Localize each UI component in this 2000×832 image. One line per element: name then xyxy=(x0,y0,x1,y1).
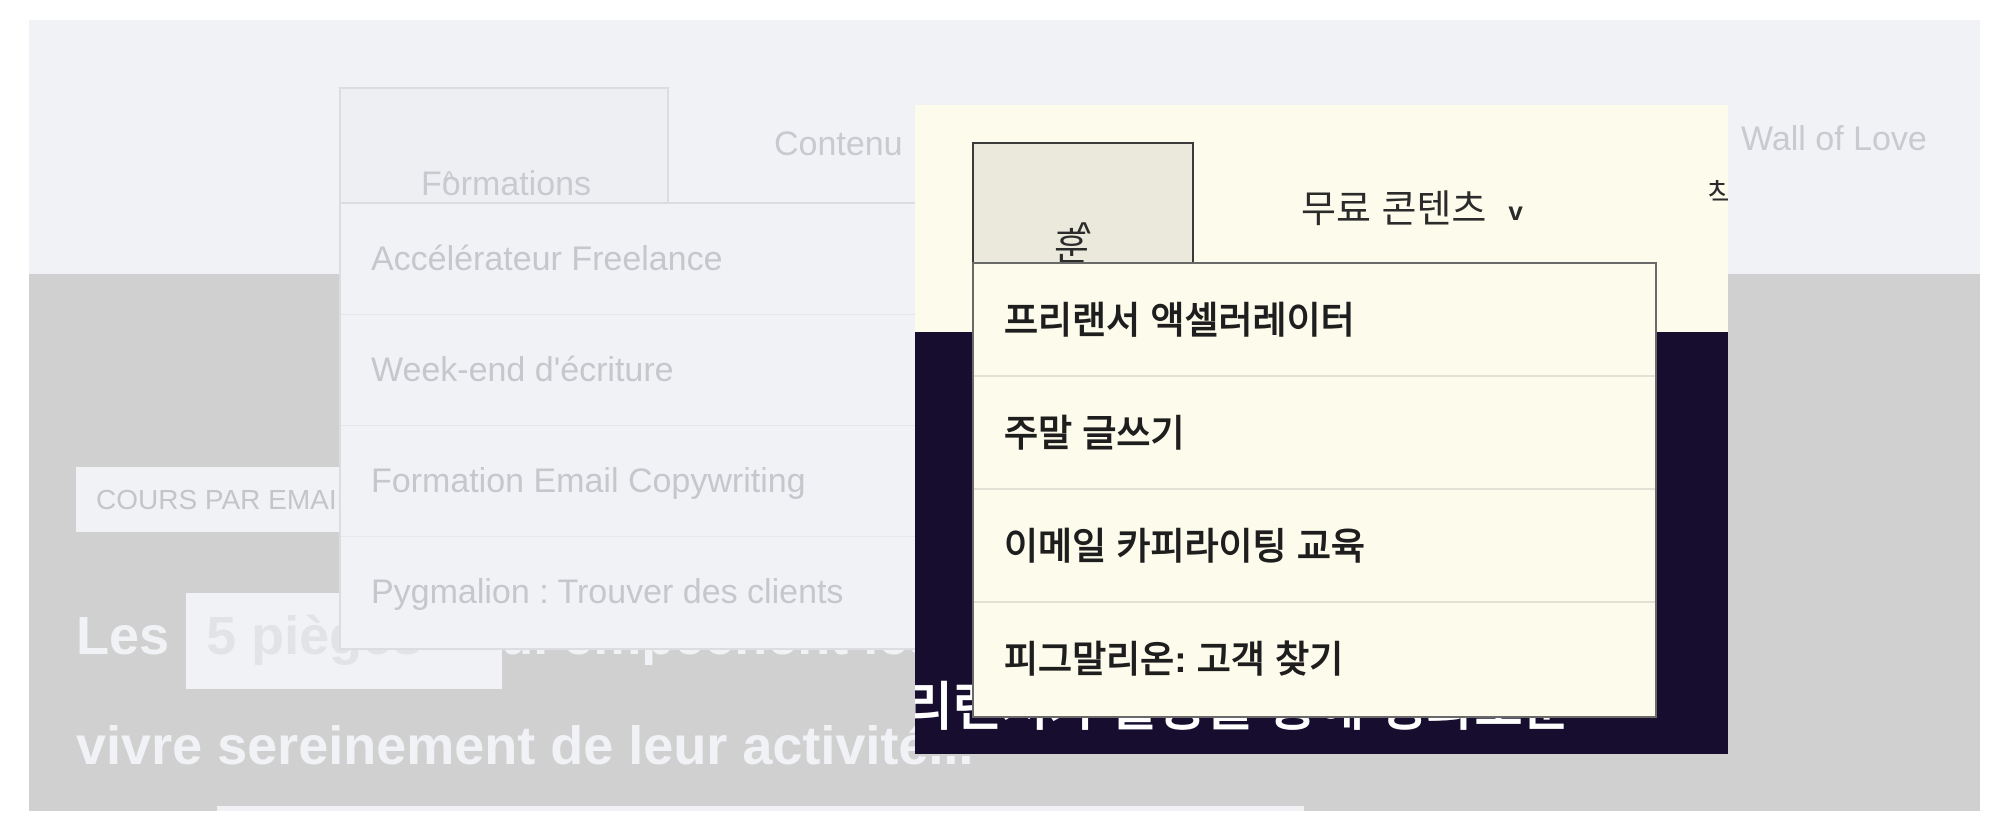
menu-item[interactable]: Pygmalion : Trouver des clients xyxy=(341,537,937,648)
menu-item[interactable]: Week-end d'écriture xyxy=(341,315,937,426)
menu-item[interactable]: Formation Email Copywriting xyxy=(341,426,937,537)
formations-dropdown: Accélérateur Freelance Week-end d'écritu… xyxy=(339,202,939,650)
chevron-up-icon: ^ xyxy=(1076,216,1092,246)
nav-formations[interactable]: Formations ^ xyxy=(339,87,669,203)
category-badge: COURS PAR EMAIL xyxy=(76,467,376,532)
nav-contenus[interactable]: Contenu xyxy=(774,125,903,164)
headline-line-2: vivre sereinement de leur activité... xyxy=(76,716,974,776)
menu-item[interactable]: Accélérateur Freelance xyxy=(341,204,937,315)
nav-training[interactable]: 훈련^ xyxy=(972,142,1194,324)
nav-partial-item[interactable]: 칙 xyxy=(1707,170,1728,214)
content-card-edge xyxy=(217,806,1304,811)
menu-item[interactable]: 주말 글쓰기 xyxy=(974,377,1655,490)
chevron-down-icon: v xyxy=(1508,196,1523,227)
headline-prefix: Les xyxy=(76,606,170,666)
chevron-up-icon: ^ xyxy=(443,165,456,195)
nav-free-content[interactable]: 무료 콘텐츠 v xyxy=(1301,178,1523,233)
korean-translation-overlay: 리랜서가 활동을 통해 평화로운 훈련^ 무료 콘텐츠v 칙 프리랜서 액셀러레… xyxy=(915,105,1728,754)
nav-free-content-label: 무료 콘텐츠 xyxy=(1301,189,1487,231)
menu-item[interactable]: 프리랜서 액셀러레이터 xyxy=(974,264,1655,377)
nav-wall-of-love[interactable]: Wall of Love xyxy=(1741,120,1927,159)
menu-item[interactable]: 피그말리온: 고객 찾기 xyxy=(974,603,1655,716)
menu-item[interactable]: 이메일 카피라이팅 교육 xyxy=(974,490,1655,603)
training-dropdown: 프리랜서 액셀러레이터 주말 글쓰기 이메일 카피라이팅 교육 피그말리온: 고… xyxy=(972,262,1657,718)
